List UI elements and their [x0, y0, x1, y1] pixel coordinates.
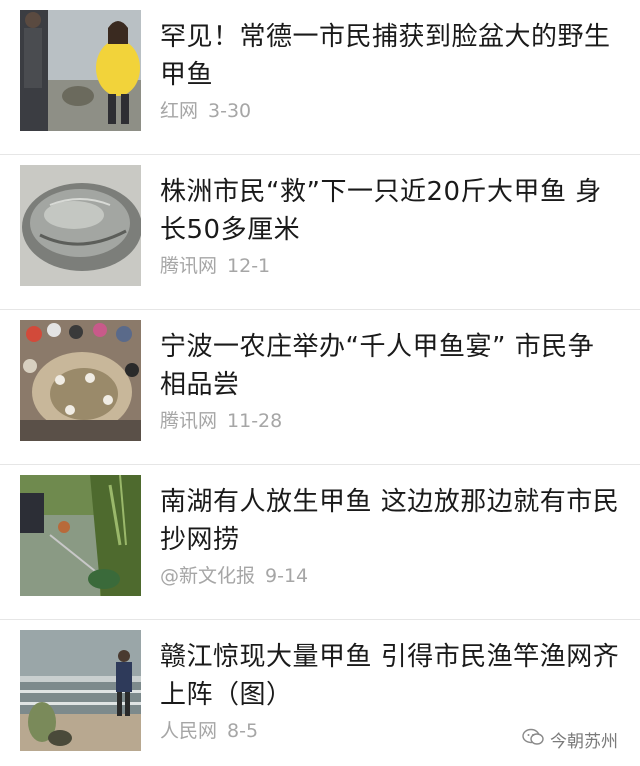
news-meta: 腾讯网 12-1 [160, 251, 270, 278]
news-thumbnail[interactable] [20, 320, 141, 441]
news-date: 11-28 [227, 410, 283, 432]
news-source: 腾讯网 [160, 410, 218, 432]
photo-banquet-crowd-icon [20, 320, 141, 441]
news-source: 腾讯网 [160, 255, 218, 277]
news-title[interactable]: 赣江惊现大量甲鱼 引得市民渔竿渔网齐上阵（图） [160, 638, 620, 714]
news-meta: 腾讯网 11-28 [160, 406, 282, 433]
news-source: 人民网 [160, 720, 218, 742]
news-title[interactable]: 宁波一农庄举办“千人甲鱼宴” 市民争相品尝 [160, 328, 620, 404]
news-meta: 人民网 8-5 [160, 716, 258, 743]
channel-watermark: 今朝苏州 [522, 727, 618, 752]
news-thumbnail[interactable] [20, 10, 141, 131]
news-item[interactable]: 宁波一农庄举办“千人甲鱼宴” 市民争相品尝 腾讯网 11-28 [0, 310, 640, 465]
news-item[interactable]: 南湖有人放生甲鱼 这边放那边就有市民抄网捞 @新文化报 9-14 [0, 465, 640, 620]
news-item[interactable]: 罕见！常德一市民捕获到脸盆大的野生甲鱼 红网 3-30 [0, 0, 640, 155]
news-source: 红网 [160, 100, 199, 122]
photo-lake-netting-icon [20, 475, 141, 596]
news-meta: 红网 3-30 [160, 96, 251, 123]
news-title[interactable]: 罕见！常德一市民捕获到脸盆大的野生甲鱼 [160, 18, 620, 94]
news-title[interactable]: 南湖有人放生甲鱼 这边放那边就有市民抄网捞 [160, 483, 620, 559]
news-meta: @新文化报 9-14 [160, 561, 308, 588]
news-title[interactable]: 株洲市民“救”下一只近20斤大甲鱼 身长50多厘米 [160, 173, 620, 249]
news-item[interactable]: 株洲市民“救”下一只近20斤大甲鱼 身长50多厘米 腾讯网 12-1 [0, 155, 640, 310]
news-feed: 罕见！常德一市民捕获到脸盆大的野生甲鱼 红网 3-30 株洲市民“救”下一只近20… [0, 0, 640, 766]
news-date: 9-14 [265, 565, 309, 587]
news-source: @新文化报 [160, 565, 256, 587]
photo-turtle-shell-icon [20, 165, 141, 286]
news-thumbnail[interactable] [20, 475, 141, 596]
photo-riverbank-icon [20, 630, 141, 751]
watermark-text: 今朝苏州 [550, 732, 618, 752]
news-thumbnail[interactable] [20, 630, 141, 751]
news-date: 12-1 [227, 255, 271, 277]
news-thumbnail[interactable] [20, 165, 141, 286]
wechat-channel-icon [522, 728, 544, 751]
news-date: 3-30 [208, 100, 252, 122]
photo-people-with-turtle-icon [20, 10, 141, 131]
news-date: 8-5 [227, 720, 259, 742]
